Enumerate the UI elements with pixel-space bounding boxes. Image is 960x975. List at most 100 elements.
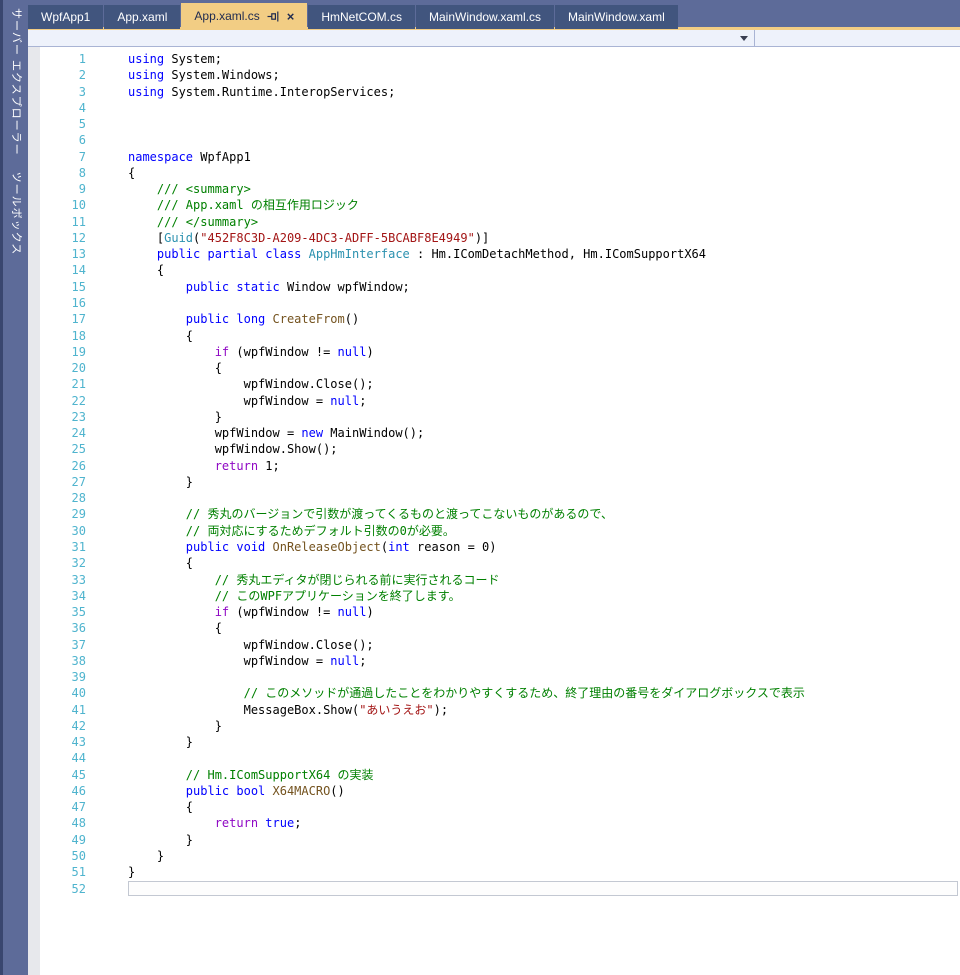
code-line[interactable]: 11 /// </summary> (28, 214, 960, 230)
line-number: 17 (28, 311, 86, 327)
code-text: wpfWindow.Show(); (128, 441, 338, 457)
code-line[interactable]: 45 // Hm.IComSupportX64 の実装 (28, 767, 960, 783)
line-number: 42 (28, 718, 86, 734)
code-line[interactable]: 10 /// App.xaml の相互作用ロジック (28, 197, 960, 213)
code-line[interactable]: 36 { (28, 620, 960, 636)
code-line[interactable]: 46 public bool X64MACRO() (28, 783, 960, 799)
navbar-divider (754, 30, 755, 46)
code-line[interactable]: 13 public partial class AppHmInterface :… (28, 246, 960, 262)
line-number: 43 (28, 734, 86, 750)
code-text: // このWPFアプリケーションを終了します。 (128, 588, 461, 604)
code-text: if (wpfWindow != null) (128, 344, 374, 360)
code-line[interactable]: 24 wpfWindow = new MainWindow(); (28, 425, 960, 441)
tab-mainwindow-xaml[interactable]: MainWindow.xaml (555, 5, 678, 29)
code-line[interactable]: 25 wpfWindow.Show(); (28, 441, 960, 457)
code-line[interactable]: 29 // 秀丸のバージョンで引数が渡ってくるものと渡ってこないものがあるので、 (28, 506, 960, 522)
line-number: 15 (28, 279, 86, 295)
code-line[interactable]: 33 // 秀丸エディタが閉じられる前に実行されるコード (28, 572, 960, 588)
code-line[interactable]: 49 } (28, 832, 960, 848)
code-line[interactable]: 27 } (28, 474, 960, 490)
line-number: 29 (28, 506, 86, 522)
line-number: 23 (28, 409, 86, 425)
code-line[interactable]: 7namespace WpfApp1 (28, 149, 960, 165)
code-text: public long CreateFrom() (128, 311, 359, 327)
code-text: } (128, 734, 193, 750)
line-number: 26 (28, 458, 86, 474)
code-text: public partial class AppHmInterface : Hm… (128, 246, 706, 262)
code-line[interactable]: 47 { (28, 799, 960, 815)
code-line[interactable]: 16 (28, 295, 960, 311)
tab-label: MainWindow.xaml (568, 10, 665, 24)
tab-hmnetcom-cs[interactable]: HmNetCOM.cs (308, 5, 415, 29)
tool-window-sidebar: サーバー エクスプローラーツールボックス (0, 0, 28, 975)
line-number: 8 (28, 165, 86, 181)
code-line[interactable]: 35 if (wpfWindow != null) (28, 604, 960, 620)
code-line[interactable]: 50 } (28, 848, 960, 864)
code-line[interactable]: 37 wpfWindow.Close(); (28, 637, 960, 653)
line-number: 2 (28, 67, 86, 83)
code-line[interactable]: 2using System.Windows; (28, 67, 960, 83)
tab-label: MainWindow.xaml.cs (429, 10, 541, 24)
code-line[interactable]: 21 wpfWindow.Close(); (28, 376, 960, 392)
code-line[interactable]: 5 (28, 116, 960, 132)
code-line[interactable]: 22 wpfWindow = null; (28, 393, 960, 409)
line-number: 11 (28, 214, 86, 230)
code-line[interactable]: 42 } (28, 718, 960, 734)
code-text: wpfWindow.Close(); (128, 376, 374, 392)
code-line[interactable]: 30 // 両対応にするためデフォルト引数の0が必要。 (28, 523, 960, 539)
line-number: 4 (28, 100, 86, 116)
code-line[interactable]: 3using System.Runtime.InteropServices; (28, 84, 960, 100)
sidebar-item-toolbox[interactable]: ツールボックス (9, 172, 25, 256)
code-line[interactable]: 51} (28, 864, 960, 880)
code-line[interactable]: 43 } (28, 734, 960, 750)
line-number: 12 (28, 230, 86, 246)
line-number: 41 (28, 702, 86, 718)
code-line[interactable]: 17 public long CreateFrom() (28, 311, 960, 327)
code-line[interactable]: 34 // このWPFアプリケーションを終了します。 (28, 588, 960, 604)
code-editor[interactable]: 1using System;2using System.Windows;3usi… (28, 47, 960, 975)
line-number: 10 (28, 197, 86, 213)
pin-icon[interactable] (267, 10, 280, 23)
tab-app-xaml-cs[interactable]: App.xaml.cs× (181, 3, 307, 29)
line-number: 48 (28, 815, 86, 831)
code-line[interactable]: 12 [Guid("452F8C3D-A209-4DC3-ADFF-5BCABF… (28, 230, 960, 246)
code-line[interactable]: 18 { (28, 328, 960, 344)
tab-wpfapp1[interactable]: WpfApp1 (28, 5, 103, 29)
line-number: 49 (28, 832, 86, 848)
code-line[interactable]: 52 (28, 881, 960, 897)
code-text: /// <summary> (128, 181, 251, 197)
code-line[interactable]: 23 } (28, 409, 960, 425)
code-line[interactable]: 40 // このメソッドが通過したことをわかりやすくするため、終了理由の番号をダ… (28, 685, 960, 701)
code-line[interactable]: 15 public static Window wpfWindow; (28, 279, 960, 295)
code-line[interactable]: 1using System; (28, 51, 960, 67)
code-text: // このメソッドが通過したことをわかりやすくするため、終了理由の番号をダイアロ… (128, 685, 805, 701)
code-line[interactable]: 4 (28, 100, 960, 116)
code-line[interactable]: 20 { (28, 360, 960, 376)
code-line[interactable]: 6 (28, 132, 960, 148)
code-line[interactable]: 19 if (wpfWindow != null) (28, 344, 960, 360)
code-text: { (128, 328, 193, 344)
code-line[interactable]: 41 MessageBox.Show("あいうえお"); (28, 702, 960, 718)
code-line[interactable]: 38 wpfWindow = null; (28, 653, 960, 669)
code-text: /// </summary> (128, 214, 258, 230)
code-line[interactable]: 32 { (28, 555, 960, 571)
tab-mainwindow-xaml-cs[interactable]: MainWindow.xaml.cs (416, 5, 554, 29)
code-line[interactable]: 48 return true; (28, 815, 960, 831)
code-line[interactable]: 9 /// <summary> (28, 181, 960, 197)
type-member-dropdown[interactable] (28, 30, 754, 46)
code-line[interactable]: 14 { (28, 262, 960, 278)
code-text: // 両対応にするためデフォルト引数の0が必要。 (128, 523, 455, 539)
tab-app-xaml[interactable]: App.xaml (104, 5, 180, 29)
code-line[interactable]: 39 (28, 669, 960, 685)
code-line[interactable]: 28 (28, 490, 960, 506)
code-lines: 1using System;2using System.Windows;3usi… (28, 51, 960, 897)
code-line[interactable]: 44 (28, 750, 960, 766)
code-text: using System.Runtime.InteropServices; (128, 84, 395, 100)
code-line[interactable]: 26 return 1; (28, 458, 960, 474)
code-line[interactable]: 8{ (28, 165, 960, 181)
sidebar-item-server-explorer[interactable]: サーバー エクスプローラー (9, 8, 25, 156)
line-number: 20 (28, 360, 86, 376)
code-line[interactable]: 31 public void OnReleaseObject(int reaso… (28, 539, 960, 555)
line-number: 40 (28, 685, 86, 701)
close-icon[interactable]: × (287, 10, 295, 23)
